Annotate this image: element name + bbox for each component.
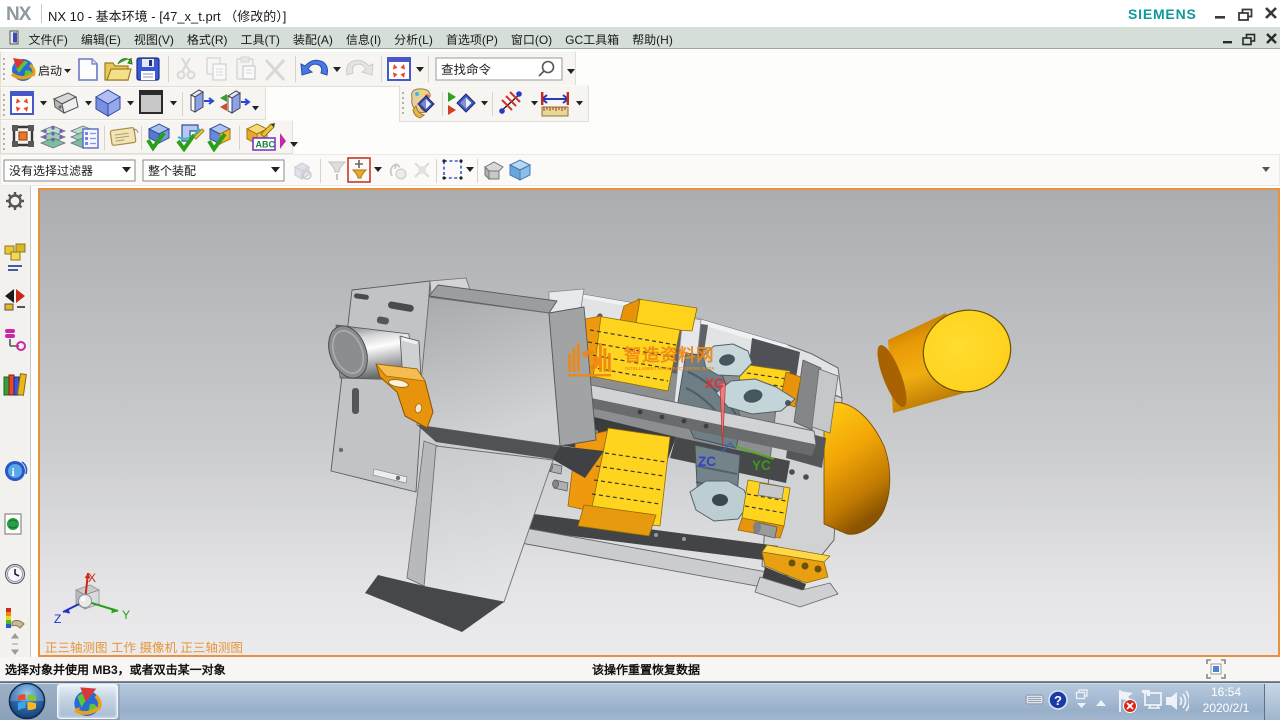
svg-text:启动: 启动 [38, 64, 62, 78]
svg-text:X: X [88, 572, 96, 585]
svg-text:?: ? [1054, 693, 1062, 708]
svg-text:没有选择过滤器: 没有选择过滤器 [9, 164, 93, 178]
svg-text:查找命令: 查找命令 [441, 63, 492, 77]
svg-text:YC: YC [752, 458, 771, 473]
svg-text:NX: NX [6, 4, 32, 24]
svg-text:XC: XC [705, 376, 724, 391]
svg-text:Y: Y [122, 608, 130, 622]
svg-text:整个装配: 整个装配 [148, 164, 196, 178]
svg-text:Z: Z [54, 612, 61, 626]
svg-text:ABC: ABC [256, 140, 276, 150]
svg-text:ZC: ZC [698, 454, 716, 469]
